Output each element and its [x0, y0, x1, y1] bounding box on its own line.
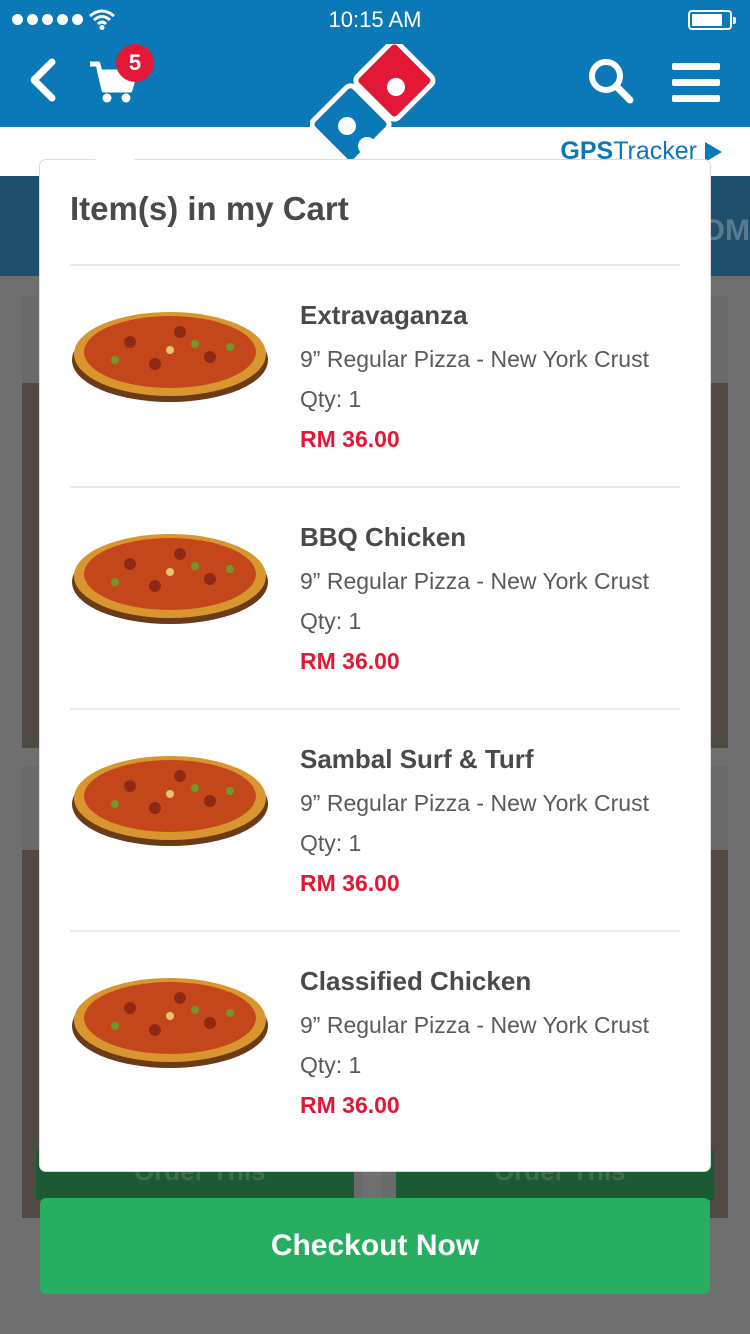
status-bar: 10:15 AM	[0, 0, 750, 40]
cart-popup: Item(s) in my Cart Extravaganza 9” Regul…	[40, 160, 710, 1171]
item-name: Sambal Surf & Turf	[300, 744, 534, 774]
item-quantity: Qty: 1	[300, 830, 362, 856]
cart-count-badge[interactable]: 5	[116, 44, 154, 82]
dimmed-photo-left-top	[22, 383, 42, 748]
popup-pointer	[94, 140, 136, 161]
search-icon[interactable]	[586, 56, 636, 106]
status-time: 10:15 AM	[328, 7, 422, 32]
item-price: RM 36.00	[300, 1092, 400, 1118]
item-quantity: Qty: 1	[300, 386, 362, 412]
back-icon[interactable]	[24, 56, 64, 104]
hamburger-menu-icon[interactable]	[670, 60, 722, 106]
checkout-now-button[interactable]: Checkout Now	[40, 1198, 710, 1294]
play-arrow-icon	[705, 141, 722, 162]
item-description: 9” Regular Pizza - New York Crust	[300, 346, 649, 372]
pizza-image	[72, 978, 268, 1068]
item-description: 9” Regular Pizza - New York Crust	[300, 568, 649, 594]
item-quantity: Qty: 1	[300, 1052, 362, 1078]
pizza-image	[72, 534, 268, 624]
item-name: BBQ Chicken	[300, 522, 467, 552]
item-description: 9” Regular Pizza - New York Crust	[300, 790, 649, 816]
item-price: RM 36.00	[300, 870, 400, 896]
item-name: Classified Chicken	[300, 966, 532, 996]
cart-item[interactable]: Sambal Surf & Turf 9” Regular Pizza - Ne…	[70, 710, 680, 930]
cart-item[interactable]: BBQ Chicken 9” Regular Pizza - New York …	[70, 488, 680, 708]
item-quantity: Qty: 1	[300, 608, 362, 634]
cart-item[interactable]: Extravaganza 9” Regular Pizza - New York…	[70, 266, 680, 486]
cart-popup-title: Item(s) in my Cart	[70, 190, 349, 227]
item-price: RM 36.00	[300, 426, 400, 452]
dimmed-photo-right-top	[710, 383, 728, 748]
cart-item[interactable]: Classified Chicken 9” Regular Pizza - Ne…	[70, 932, 680, 1152]
item-price: RM 36.00	[300, 648, 400, 674]
item-description: 9” Regular Pizza - New York Crust	[300, 1012, 649, 1038]
item-name: Extravaganza	[300, 300, 468, 330]
pizza-image	[72, 312, 268, 402]
dominos-logo[interactable]	[310, 44, 442, 166]
pizza-image	[72, 756, 268, 846]
battery-icon	[688, 10, 736, 30]
